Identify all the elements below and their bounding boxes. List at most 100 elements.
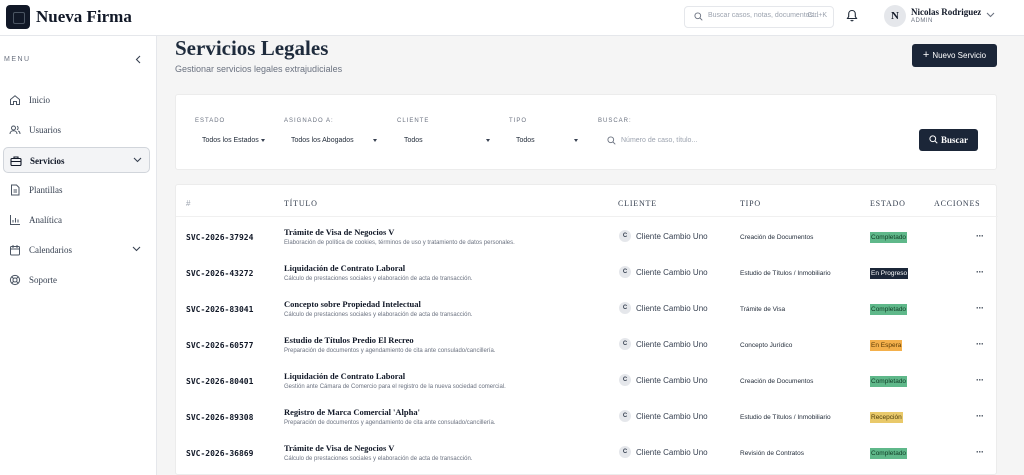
new-service-button[interactable]: + Nuevo Servicio [912,44,997,67]
sidebar-item-analitica[interactable]: Analítica [3,207,150,233]
caret-down-icon[interactable] [373,139,377,142]
search-shortcut: Ctrl+K [807,12,827,19]
caret-down-icon[interactable] [261,139,265,142]
sidebar-item-inicio[interactable]: Inicio [3,87,150,113]
user-avatar[interactable]: N [884,5,906,27]
column-header-client[interactable]: CLIENTE [618,199,657,208]
filter-cliente-select[interactable]: Todos [404,137,423,144]
caret-down-icon[interactable] [574,139,578,142]
status-badge: En Progreso [870,268,909,279]
service-id[interactable]: SVC-2026-80401 [186,377,253,386]
status-badge: Completado [870,448,908,459]
service-id[interactable]: SVC-2026-36869 [186,449,253,458]
service-type: Concepto Jurídico [740,342,793,349]
row-actions-menu[interactable]: ··· [976,267,984,277]
sidebar-item-label: Plantillas [29,185,63,195]
service-title[interactable]: Trámite de Visa de Negocios V [284,227,394,237]
client-name: Cliente Cambio Uno [636,376,708,385]
chevron-down-icon[interactable] [986,12,995,18]
row-actions-menu[interactable]: ··· [976,339,984,349]
page-title: Servicios Legales [175,36,329,60]
row-actions-menu[interactable]: ··· [976,303,984,313]
filter-search-input[interactable]: Número de caso, título... [621,137,697,144]
service-title[interactable]: Registro de Marca Comercial 'Alpha' [284,407,420,417]
menu-label: MENU [4,56,31,63]
client-avatar: C [619,266,631,278]
row-actions-menu[interactable]: ··· [976,231,984,241]
user-name[interactable]: Nicolas Rodriguez [911,7,981,17]
service-id[interactable]: SVC-2026-43272 [186,269,253,278]
client-avatar: C [619,230,631,242]
sidebar-item-label: Analítica [29,215,62,225]
client-avatar: C [619,410,631,422]
sidebar: MENU Inicio Usuarios Servicios Plantilla… [0,36,157,475]
app-logo[interactable] [6,5,30,29]
status-badge: Completado [870,304,908,315]
client-avatar: C [619,338,631,350]
filter-estado-select[interactable]: Todos los Estados [202,137,259,144]
table-row[interactable]: SVC-2026-89308 Registro de Marca Comercia… [176,401,998,437]
sidebar-item-soporte[interactable]: Soporte [3,267,150,293]
client-name: Cliente Cambio Uno [636,268,708,277]
filter-tipo-label: TIPO [509,118,528,124]
client-name: Cliente Cambio Uno [636,304,708,313]
filter-cliente-label: CLIENTE [397,118,430,124]
table-row[interactable]: SVC-2026-36869 Trámite de Visa de Negocio… [176,437,998,473]
service-description: Preparación de documentos y agendamiento… [284,348,496,354]
search-placeholder: Buscar casos, notas, documentos... [708,12,819,19]
caret-down-icon[interactable] [486,139,490,142]
filter-estado-label: ESTADO [195,118,226,124]
table-row[interactable]: SVC-2026-60577 Estudio de Títulos Predio … [176,329,998,365]
search-icon [929,135,938,144]
calendar-icon [10,245,20,256]
sidebar-item-calendarios[interactable]: Calendarios [3,237,150,263]
table-row[interactable]: SVC-2026-37924 Trámite de Visa de Negocio… [176,221,998,257]
search-icon [694,12,703,21]
search-button[interactable]: Buscar [919,129,978,151]
filter-asignado-select[interactable]: Todos los Abogados [291,137,354,144]
collapse-sidebar-icon[interactable] [135,55,141,64]
sidebar-item-usuarios[interactable]: Usuarios [3,117,150,143]
filter-tipo-select[interactable]: Todos [516,137,535,144]
service-title[interactable]: Trámite de Visa de Negocios V [284,443,394,453]
service-id[interactable]: SVC-2026-37924 [186,233,253,242]
global-search-input[interactable]: Buscar casos, notas, documentos... Ctrl+… [684,6,834,28]
service-description: Preparación de documentos y agendamiento… [284,420,496,426]
services-table: # TÍTULO CLIENTE TIPO ESTADO ACCIONES SV… [175,184,998,475]
chevron-down-icon[interactable] [132,246,141,252]
client-avatar: C [619,302,631,314]
table-row[interactable]: SVC-2026-43272 Liquidación de Contrato La… [176,257,998,293]
column-header-title[interactable]: TÍTULO [284,199,318,208]
service-title[interactable]: Estudio de Títulos Predio El Recreo [284,335,414,345]
sidebar-item-label: Usuarios [29,125,61,135]
service-title[interactable]: Liquidación de Contrato Laboral [284,263,405,273]
service-type: Creación de Documentos [740,378,814,385]
service-id[interactable]: SVC-2026-83041 [186,305,253,314]
sidebar-item-label: Calendarios [29,245,72,255]
service-type: Estudio de Títulos / Inmobiliario [740,414,831,421]
row-actions-menu[interactable]: ··· [976,411,984,421]
service-description: Elaboración de política de cookies, térm… [284,240,515,246]
brand-name[interactable]: Nueva Firma [36,7,132,27]
chevron-down-icon[interactable] [133,157,142,163]
table-row[interactable]: SVC-2026-80401 Liquidación de Contrato La… [176,365,998,401]
sidebar-item-plantillas[interactable]: Plantillas [3,177,150,203]
row-actions-menu[interactable]: ··· [976,375,984,385]
status-badge: Recepción [870,412,903,423]
client-name: Cliente Cambio Uno [636,412,708,421]
service-type: Creación de Documentos [740,234,814,241]
table-row[interactable]: SVC-2026-83041 Concepto sobre Propiedad I… [176,293,998,329]
bell-icon[interactable] [846,9,858,22]
column-header-number: # [186,199,191,208]
column-header-type[interactable]: TIPO [740,199,761,208]
service-id[interactable]: SVC-2026-60577 [186,341,253,350]
sidebar-item-label: Inicio [29,95,50,105]
row-actions-menu[interactable]: ··· [976,447,984,457]
service-title[interactable]: Liquidación de Contrato Laboral [284,371,405,381]
chart-icon [10,215,20,225]
plus-icon: + [922,49,930,61]
service-title[interactable]: Concepto sobre Propiedad Intelectual [284,299,421,309]
column-header-status[interactable]: ESTADO [870,199,906,208]
sidebar-item-servicios[interactable]: Servicios [3,147,150,173]
service-id[interactable]: SVC-2026-89308 [186,413,253,422]
